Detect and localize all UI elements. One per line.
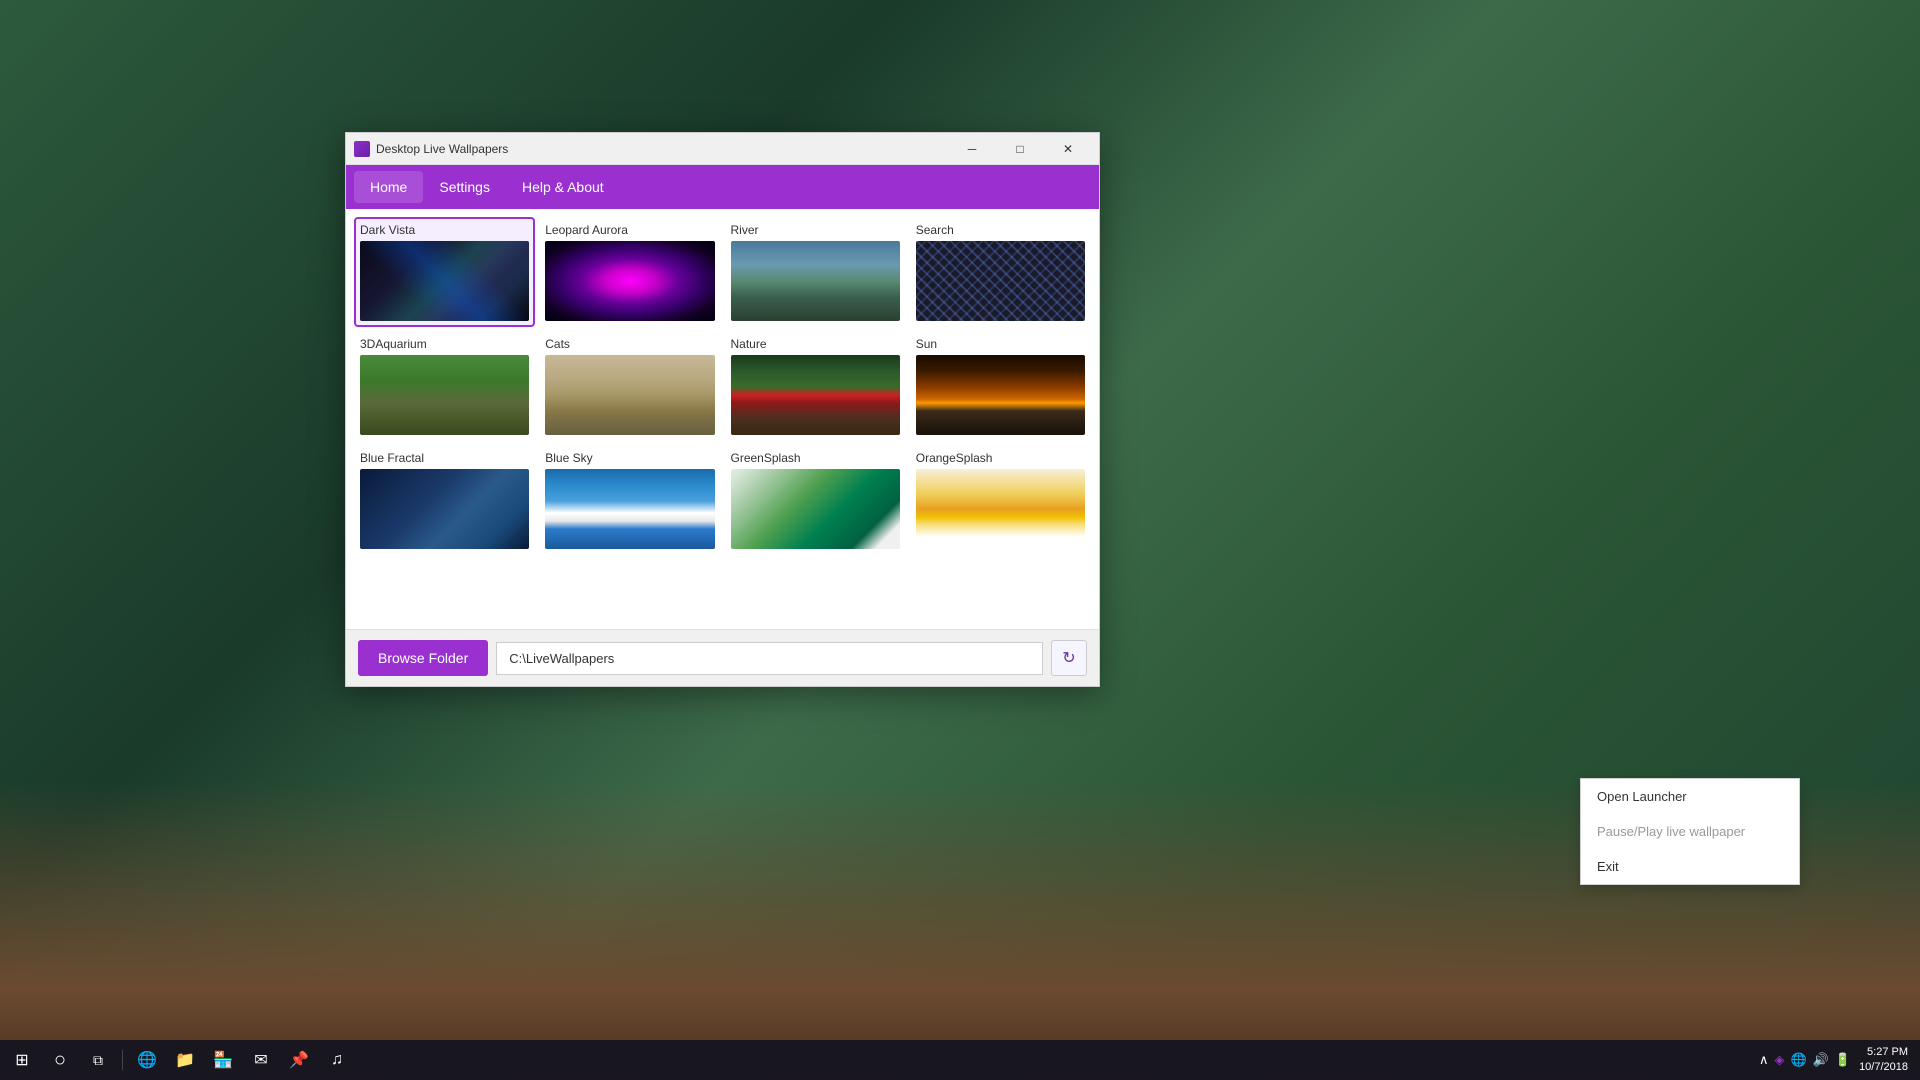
context-pause-play[interactable]: Pause/Play live wallpaper (1581, 814, 1799, 849)
nav-help[interactable]: Help & About (506, 171, 620, 203)
browse-folder-button[interactable]: Browse Folder (358, 640, 488, 676)
wallpaper-thumb (360, 355, 529, 435)
wallpaper-label: Search (916, 223, 1085, 237)
wallpaper-item-nature[interactable]: Nature (725, 331, 906, 441)
close-button[interactable]: ✕ (1045, 133, 1091, 165)
tray-arrow[interactable]: ∧ (1759, 1052, 1769, 1068)
wallpaper-label: Blue Fractal (360, 451, 529, 465)
refresh-button[interactable]: ↻ (1051, 640, 1087, 676)
app-icon (354, 141, 370, 157)
wallpaper-label: OrangeSplash (916, 451, 1085, 465)
taskbar-sep1 (122, 1050, 123, 1070)
wallpaper-item-dark-vista[interactable]: Dark Vista (354, 217, 535, 327)
title-bar: Desktop Live Wallpapers ─ □ ✕ (346, 133, 1099, 165)
wallpaper-item-3daquarium[interactable]: 3DAquarium (354, 331, 535, 441)
nav-home[interactable]: Home (354, 171, 423, 203)
store-button[interactable]: 🏪 (205, 1042, 241, 1078)
maximize-button[interactable]: □ (997, 133, 1043, 165)
music-button[interactable]: ♫ (319, 1042, 355, 1078)
tray-network[interactable]: 🌐 (1791, 1052, 1807, 1068)
tray-volume[interactable]: 🔊 (1813, 1052, 1829, 1068)
context-menu: Open Launcher Pause/Play live wallpaper … (1580, 778, 1800, 885)
wallpaper-label: Dark Vista (360, 223, 529, 237)
app-window: Desktop Live Wallpapers ─ □ ✕ Home Setti… (345, 132, 1100, 687)
system-clock[interactable]: 5:27 PM 10/7/2018 (1859, 1045, 1908, 1076)
tray-battery[interactable]: 🔋 (1835, 1052, 1851, 1068)
bottom-bar: Browse Folder ↻ (346, 629, 1099, 686)
minimize-button[interactable]: ─ (949, 133, 995, 165)
wallpaper-label: GreenSplash (731, 451, 900, 465)
clock-time: 5:27 PM (1859, 1045, 1908, 1060)
tray-wallpaper[interactable]: ◈ (1775, 1052, 1785, 1068)
nav-settings[interactable]: Settings (423, 171, 506, 203)
window-title: Desktop Live Wallpapers (376, 142, 949, 156)
wallpaper-item-blue-fractal[interactable]: Blue Fractal (354, 445, 535, 555)
search-button[interactable]: ○ (42, 1042, 78, 1078)
wallpaper-thumb (916, 241, 1085, 321)
wallpaper-thumb (360, 241, 529, 321)
wallpaper-label: Nature (731, 337, 900, 351)
tray-icons: ∧ ◈ 🌐 🔊 🔋 (1759, 1052, 1851, 1068)
wallpaper-thumb (360, 469, 529, 549)
wallpaper-thumb (545, 241, 714, 321)
context-exit[interactable]: Exit (1581, 849, 1799, 884)
wallpaper-item-sun[interactable]: Sun (910, 331, 1091, 441)
wallpaper-content[interactable]: Dark Vista Leopard Aurora River Search 3DAqu… (346, 209, 1099, 629)
wallpaper-item-orangesplash[interactable]: OrangeSplash (910, 445, 1091, 555)
wallpaper-label: Leopard Aurora (545, 223, 714, 237)
clock-date: 10/7/2018 (1859, 1060, 1908, 1075)
wallpaper-item-leopard-aurora[interactable]: Leopard Aurora (539, 217, 720, 327)
wallpaper-label: Blue Sky (545, 451, 714, 465)
mail-button[interactable]: ✉ (243, 1042, 279, 1078)
wallpaper-thumb (545, 355, 714, 435)
edge-button[interactable]: 🌐 (129, 1042, 165, 1078)
wallpaper-grid: Dark Vista Leopard Aurora River Search 3DAqu… (354, 217, 1091, 555)
wallpaper-item-greensplash[interactable]: GreenSplash (725, 445, 906, 555)
wallpaper-thumb (545, 469, 714, 549)
wallpaper-thumb (731, 355, 900, 435)
wallpaper-thumb (916, 355, 1085, 435)
nav-bar: Home Settings Help & About (346, 165, 1099, 209)
taskbar: ⊞ ○ ⧉ 🌐 📁 🏪 ✉ 📌 ♫ ∧ ◈ 🌐 🔊 🔋 5:27 PM 10/7… (0, 1040, 1920, 1080)
task-view-button[interactable]: ⧉ (80, 1042, 116, 1078)
wallpaper-item-blue-sky[interactable]: Blue Sky (539, 445, 720, 555)
file-explorer-button[interactable]: 📁 (167, 1042, 203, 1078)
title-controls: ─ □ ✕ (949, 133, 1091, 165)
wallpaper-item-search[interactable]: Search (910, 217, 1091, 327)
start-button[interactable]: ⊞ (4, 1042, 40, 1078)
wallpaper-label: Cats (545, 337, 714, 351)
wallpaper-thumb (731, 469, 900, 549)
pinned-button[interactable]: 📌 (281, 1042, 317, 1078)
wallpaper-thumb (916, 469, 1085, 549)
path-input[interactable] (496, 642, 1043, 675)
wallpaper-thumb (731, 241, 900, 321)
wallpaper-label: River (731, 223, 900, 237)
wallpaper-label: 3DAquarium (360, 337, 529, 351)
wallpaper-label: Sun (916, 337, 1085, 351)
system-tray: ∧ ◈ 🌐 🔊 🔋 5:27 PM 10/7/2018 (1751, 1045, 1916, 1076)
wallpaper-item-cats[interactable]: Cats (539, 331, 720, 441)
context-open-launcher[interactable]: Open Launcher (1581, 779, 1799, 814)
wallpaper-item-river[interactable]: River (725, 217, 906, 327)
